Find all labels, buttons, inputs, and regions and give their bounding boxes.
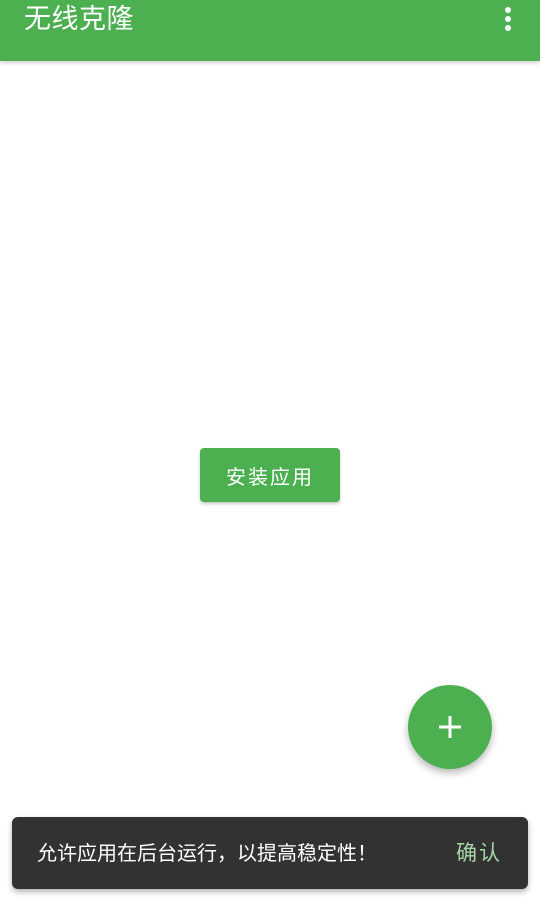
snackbar: 允许应用在后台运行，以提高稳定性！ 确认 <box>12 817 528 889</box>
app-bar: 无线克隆 <box>0 0 540 61</box>
snackbar-message: 允许应用在后台运行，以提高稳定性！ <box>37 841 377 865</box>
app-title: 无线克隆 <box>24 4 134 35</box>
install-area: 安装应用 <box>200 448 340 502</box>
overflow-menu-button[interactable] <box>490 2 526 38</box>
add-fab-button[interactable] <box>408 685 492 769</box>
install-app-button[interactable]: 安装应用 <box>200 448 340 502</box>
more-vert-icon <box>505 7 511 31</box>
snackbar-confirm-button[interactable]: 确认 <box>456 817 502 889</box>
screen: 无线克隆 安装应用 允许应用在后台运行，以提高稳定性！ 确认 <box>0 0 540 901</box>
plus-icon <box>439 716 461 738</box>
